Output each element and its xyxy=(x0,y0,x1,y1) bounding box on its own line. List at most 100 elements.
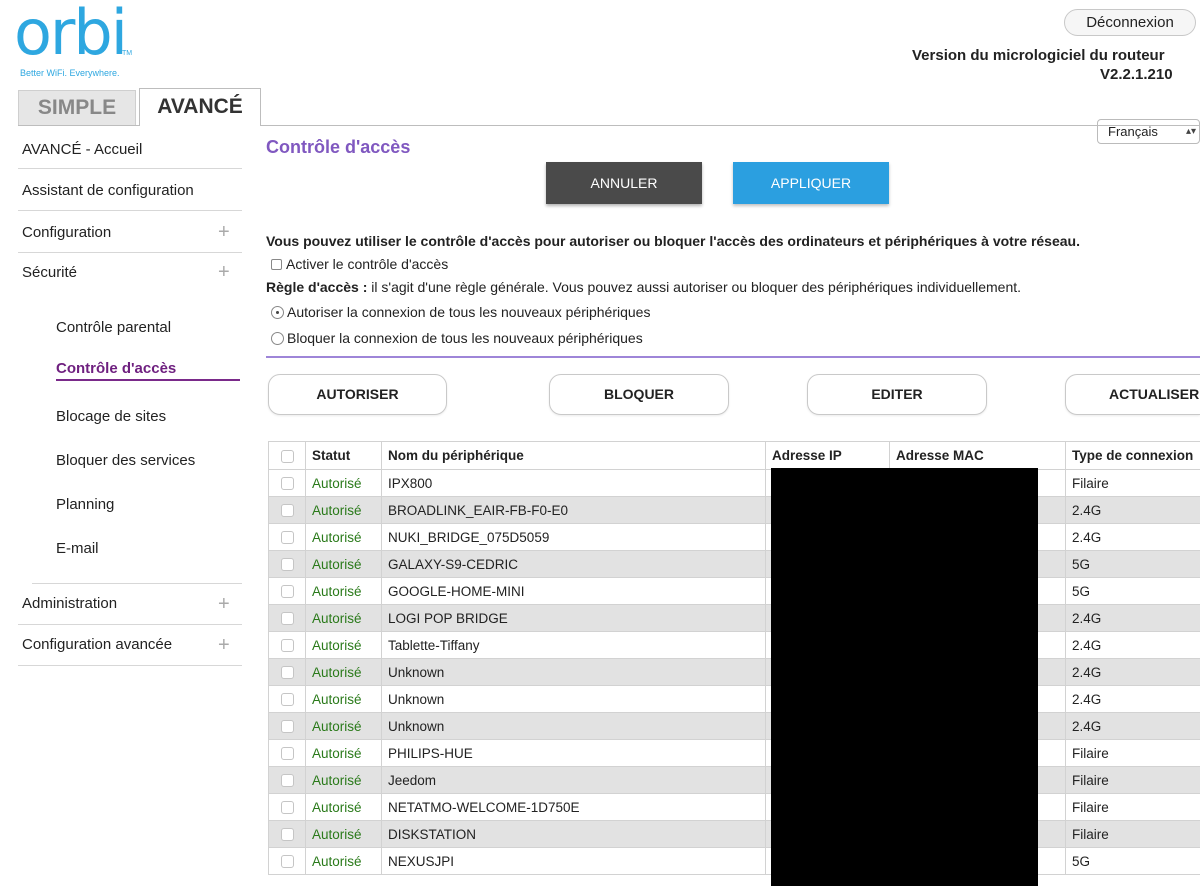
row-checkbox[interactable] xyxy=(280,666,294,680)
row-select-cell[interactable] xyxy=(268,550,306,578)
table-row[interactable]: Autorisé IPX800 Filaire xyxy=(268,469,1200,497)
block-all-row[interactable]: Bloquer la connexion de tous les nouveau… xyxy=(271,330,643,346)
row-select-cell[interactable] xyxy=(268,685,306,713)
nav-schedule[interactable]: Planning xyxy=(56,496,114,513)
row-select-cell[interactable] xyxy=(268,712,306,740)
row-status: Autorisé xyxy=(305,793,382,821)
row-device-name: Jeedom xyxy=(381,766,766,794)
row-select-cell[interactable] xyxy=(268,847,306,875)
row-checkbox[interactable] xyxy=(280,747,294,761)
row-status: Autorisé xyxy=(305,577,382,605)
row-select-cell[interactable] xyxy=(268,631,306,659)
row-connection-type: Filaire xyxy=(1065,820,1200,848)
row-select-cell[interactable] xyxy=(268,766,306,794)
nav-block-sites[interactable]: Blocage de sites xyxy=(56,408,166,425)
row-select-cell[interactable] xyxy=(268,793,306,821)
row-checkbox[interactable] xyxy=(280,531,294,545)
apply-button[interactable]: APPLIQUER xyxy=(733,162,889,204)
table-row[interactable]: Autorisé GALAXY-S9-CEDRIC 5G xyxy=(268,550,1200,578)
block-all-label: Bloquer la connexion de tous les nouveau… xyxy=(287,330,643,346)
table-row[interactable]: Autorisé Unknown 2.4G xyxy=(268,658,1200,686)
edit-button[interactable]: EDITER xyxy=(807,374,987,415)
row-checkbox[interactable] xyxy=(280,504,294,518)
block-button[interactable]: BLOQUER xyxy=(549,374,729,415)
row-checkbox[interactable] xyxy=(280,558,294,572)
allow-all-row[interactable]: Autoriser la connexion de tous les nouve… xyxy=(271,304,650,320)
table-row[interactable]: Autorisé LOGI POP BRIDGE 2.4G xyxy=(268,604,1200,632)
expand-plus-icon[interactable]: + xyxy=(218,594,230,614)
row-connection-type: 2.4G xyxy=(1065,523,1200,551)
select-all-checkbox[interactable] xyxy=(280,449,294,463)
nav-advanced-configuration[interactable]: Configuration avancée xyxy=(22,636,172,653)
allow-button[interactable]: AUTORISER xyxy=(268,374,447,415)
nav-configuration[interactable]: Configuration xyxy=(22,224,111,241)
row-connection-type: 5G xyxy=(1065,550,1200,578)
col-connection-type: Type de connexion xyxy=(1065,441,1200,470)
row-device-name: Unknown xyxy=(381,712,766,740)
nav-setup-wizard[interactable]: Assistant de configuration xyxy=(22,182,194,199)
row-connection-type: 2.4G xyxy=(1065,712,1200,740)
table-row[interactable]: Autorisé Unknown 2.4G xyxy=(268,712,1200,740)
row-checkbox[interactable] xyxy=(280,639,294,653)
language-value: Français xyxy=(1108,124,1158,139)
row-checkbox[interactable] xyxy=(280,828,294,842)
row-status: Autorisé xyxy=(305,604,382,632)
active-nav-underline xyxy=(56,379,240,381)
row-device-name: BROADLINK_EAIR-FB-F0-E0 xyxy=(381,496,766,524)
tab-simple[interactable]: SIMPLE xyxy=(18,90,136,125)
table-row[interactable]: Autorisé Unknown 2.4G xyxy=(268,685,1200,713)
table-row[interactable]: Autorisé Jeedom Filaire xyxy=(268,766,1200,794)
cancel-button[interactable]: ANNULER xyxy=(546,162,702,204)
row-select-cell[interactable] xyxy=(268,469,306,497)
row-select-cell[interactable] xyxy=(268,577,306,605)
expand-plus-icon[interactable]: + xyxy=(218,222,230,242)
block-all-radio[interactable] xyxy=(271,332,284,345)
table-row[interactable]: Autorisé Tablette-Tiffany 2.4G xyxy=(268,631,1200,659)
expand-plus-icon[interactable]: + xyxy=(218,635,230,655)
select-all-cell[interactable] xyxy=(268,441,306,470)
refresh-button[interactable]: ACTUALISER xyxy=(1065,374,1200,415)
row-checkbox[interactable] xyxy=(280,693,294,707)
language-select[interactable]: Français ▴▾ xyxy=(1097,119,1200,144)
row-checkbox[interactable] xyxy=(280,774,294,788)
nav-divider xyxy=(32,583,242,584)
nav-security[interactable]: Sécurité xyxy=(22,264,77,281)
nav-advanced-home[interactable]: AVANCÉ - Accueil xyxy=(22,141,142,158)
row-checkbox[interactable] xyxy=(280,720,294,734)
table-row[interactable]: Autorisé GOOGLE-HOME-MINI 5G xyxy=(268,577,1200,605)
row-select-cell[interactable] xyxy=(268,820,306,848)
row-checkbox[interactable] xyxy=(280,477,294,491)
nav-email[interactable]: E-mail xyxy=(56,540,99,557)
table-row[interactable]: Autorisé PHILIPS-HUE Filaire xyxy=(268,739,1200,767)
allow-all-label: Autoriser la connexion de tous les nouve… xyxy=(287,304,651,320)
enable-access-control-row[interactable]: Activer le contrôle d'accès xyxy=(271,256,448,272)
nav-parental-control[interactable]: Contrôle parental xyxy=(56,319,171,336)
row-select-cell[interactable] xyxy=(268,658,306,686)
nav-administration[interactable]: Administration xyxy=(22,595,117,612)
table-header-row: Statut Nom du périphérique Adresse IP Ad… xyxy=(268,441,1200,470)
nav-block-services[interactable]: Bloquer des services xyxy=(56,452,195,469)
nav-access-control[interactable]: Contrôle d'accès xyxy=(56,360,176,377)
logout-button[interactable]: Déconnexion xyxy=(1064,9,1196,36)
table-row[interactable]: Autorisé NEXUSJPI 5G xyxy=(268,847,1200,875)
expand-plus-icon[interactable]: + xyxy=(218,262,230,282)
row-checkbox[interactable] xyxy=(280,801,294,815)
row-status: Autorisé xyxy=(305,739,382,767)
table-row[interactable]: Autorisé DISKSTATION Filaire xyxy=(268,820,1200,848)
row-select-cell[interactable] xyxy=(268,739,306,767)
allow-all-radio[interactable] xyxy=(271,306,284,319)
row-checkbox[interactable] xyxy=(280,585,294,599)
row-select-cell[interactable] xyxy=(268,523,306,551)
row-connection-type: 5G xyxy=(1065,577,1200,605)
row-select-cell[interactable] xyxy=(268,604,306,632)
row-select-cell[interactable] xyxy=(268,496,306,524)
row-checkbox[interactable] xyxy=(280,855,294,869)
tab-advanced[interactable]: AVANCÉ xyxy=(139,88,261,126)
table-row[interactable]: Autorisé BROADLINK_EAIR-FB-F0-E0 2.4G xyxy=(268,496,1200,524)
nav-divider xyxy=(18,168,242,169)
enable-access-control-checkbox[interactable] xyxy=(271,259,282,270)
row-connection-type: 2.4G xyxy=(1065,604,1200,632)
table-row[interactable]: Autorisé NUKI_BRIDGE_075D5059 2.4G xyxy=(268,523,1200,551)
row-checkbox[interactable] xyxy=(280,612,294,626)
table-row[interactable]: Autorisé NETATMO-WELCOME-1D750E Filaire xyxy=(268,793,1200,821)
